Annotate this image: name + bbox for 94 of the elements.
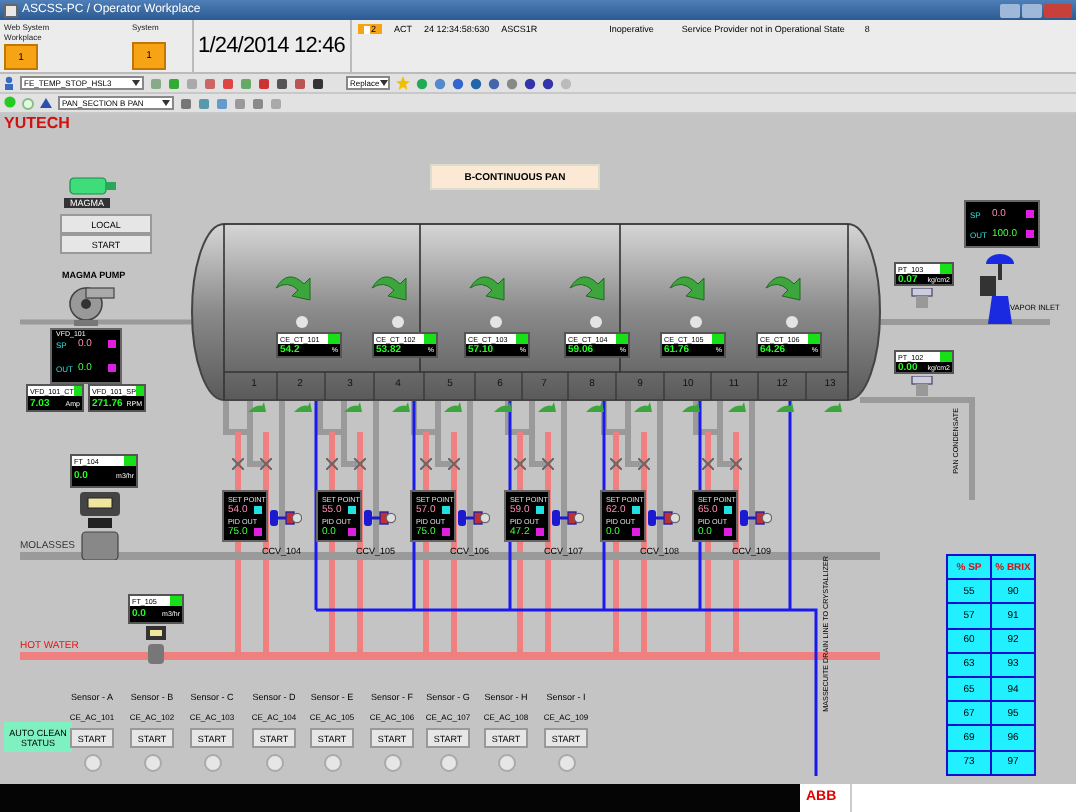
status-light bbox=[328, 334, 340, 344]
indicator-light bbox=[590, 316, 602, 328]
status-light bbox=[73, 386, 82, 396]
pump-icon bbox=[68, 284, 116, 328]
status-light bbox=[940, 352, 952, 362]
hand-valve-icon bbox=[730, 458, 742, 470]
status-light bbox=[808, 334, 820, 344]
status-light bbox=[135, 386, 144, 396]
indicator-light bbox=[144, 754, 162, 772]
circle-icon[interactable] bbox=[22, 97, 34, 109]
gauge-valve-icon bbox=[910, 288, 934, 308]
minimize-button[interactable] bbox=[1000, 3, 1020, 17]
small-arrow-icon bbox=[682, 402, 700, 412]
indicator-light bbox=[296, 316, 308, 328]
indicator-light bbox=[690, 316, 702, 328]
status-light bbox=[940, 264, 952, 274]
small-arrow-icon bbox=[776, 402, 794, 412]
indicator-light bbox=[440, 754, 458, 772]
small-arrow-icon bbox=[586, 402, 604, 412]
hand-valve-icon bbox=[420, 458, 432, 470]
small-arrow-icon bbox=[248, 402, 266, 412]
status-light bbox=[516, 334, 528, 344]
star-icon[interactable] bbox=[396, 76, 410, 90]
indicator-square bbox=[724, 505, 732, 513]
small-arrow-icon bbox=[728, 402, 746, 412]
small-arrow-icon bbox=[538, 402, 556, 412]
indicator-square bbox=[348, 527, 356, 535]
curved-arrow-icon bbox=[371, 276, 407, 301]
status-light bbox=[170, 596, 182, 606]
indicator-light bbox=[84, 754, 102, 772]
curved-arrow-icon bbox=[469, 276, 505, 301]
indicator-square bbox=[254, 505, 262, 513]
hand-valve-icon bbox=[638, 458, 650, 470]
curved-arrow-icon bbox=[569, 276, 605, 301]
indicator-light bbox=[498, 754, 516, 772]
indicator-square bbox=[348, 505, 356, 513]
hand-valve-icon bbox=[610, 458, 622, 470]
indicator-square bbox=[632, 527, 640, 535]
indicator-light bbox=[558, 754, 576, 772]
small-arrow-icon bbox=[824, 402, 842, 412]
indicator-square bbox=[442, 527, 450, 535]
motor-icon bbox=[66, 176, 118, 196]
indicator-light bbox=[392, 316, 404, 328]
indicator-light bbox=[786, 316, 798, 328]
indicator-light bbox=[384, 754, 402, 772]
small-arrow-icon bbox=[444, 402, 462, 412]
status-light bbox=[424, 334, 436, 344]
user-icon[interactable] bbox=[4, 76, 14, 90]
hand-valve-icon bbox=[514, 458, 526, 470]
curved-arrow-icon bbox=[669, 276, 705, 301]
small-arrow-icon bbox=[392, 402, 410, 412]
hand-valve-icon bbox=[232, 458, 244, 470]
curved-arrow-icon bbox=[765, 276, 801, 301]
indicator-light bbox=[204, 754, 222, 772]
indicator-square bbox=[724, 527, 732, 535]
indicator-square bbox=[1026, 210, 1034, 218]
brand-logo: YUTECH bbox=[0, 114, 1076, 132]
indicator-square bbox=[536, 505, 544, 513]
maximize-button[interactable] bbox=[1022, 3, 1042, 17]
indicator-light bbox=[324, 754, 342, 772]
small-arrow-icon bbox=[634, 402, 652, 412]
small-arrow-icon bbox=[294, 402, 312, 412]
indicator-square bbox=[108, 340, 116, 348]
indicator-square bbox=[108, 364, 116, 372]
hand-valve-icon bbox=[542, 458, 554, 470]
curved-arrow-icon bbox=[275, 276, 311, 301]
hand-valve-icon bbox=[354, 458, 366, 470]
hand-valve-icon bbox=[326, 458, 338, 470]
caret-icon bbox=[379, 80, 388, 86]
indicator-square bbox=[254, 527, 262, 535]
triangle-icon[interactable] bbox=[40, 98, 52, 108]
caret-icon bbox=[132, 80, 140, 86]
hand-valve-icon bbox=[260, 458, 272, 470]
flow-meter-icon bbox=[76, 492, 124, 560]
status-light bbox=[124, 456, 136, 466]
indicator-square bbox=[1026, 230, 1034, 238]
status-light bbox=[712, 334, 724, 344]
status-light bbox=[616, 334, 628, 344]
condensate-pipe bbox=[860, 397, 975, 500]
indicator-square bbox=[442, 505, 450, 513]
indicator-square bbox=[536, 527, 544, 535]
flow-meter-icon bbox=[144, 626, 168, 666]
document-icon bbox=[363, 25, 370, 33]
indicator-square bbox=[632, 505, 640, 513]
indicator-light bbox=[490, 316, 502, 328]
small-arrow-icon bbox=[344, 402, 362, 412]
small-arrow-icon bbox=[494, 402, 512, 412]
gauge-valve-icon bbox=[910, 376, 934, 396]
hand-valve-icon bbox=[702, 458, 714, 470]
caret-icon bbox=[162, 100, 170, 106]
pin-icon[interactable] bbox=[4, 96, 16, 110]
indicator-light bbox=[266, 754, 284, 772]
clock-text: 1/24/2014 12:46 bbox=[198, 34, 346, 60]
hand-valve-icon bbox=[448, 458, 460, 470]
